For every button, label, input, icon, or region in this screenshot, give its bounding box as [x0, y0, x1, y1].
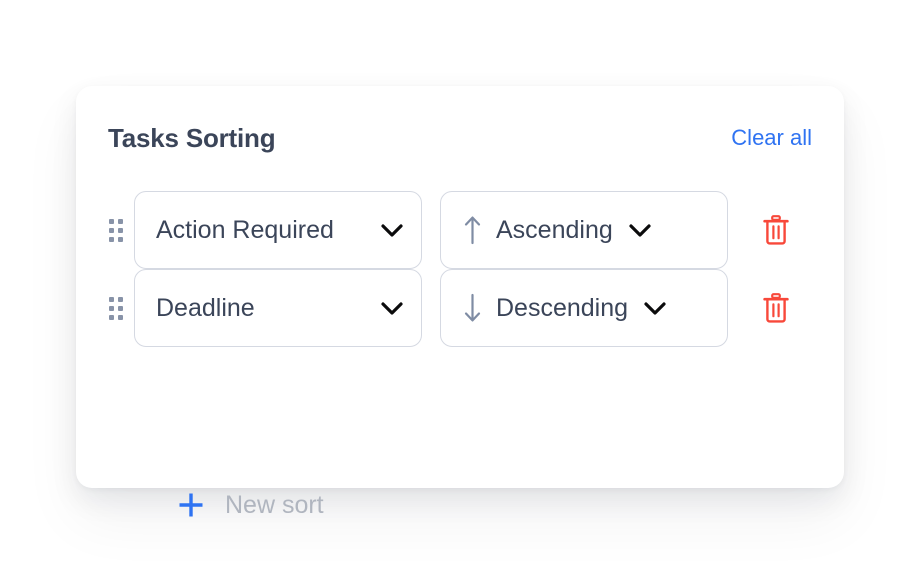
- delete-sort-button-1[interactable]: [756, 209, 796, 251]
- tasks-sorting-card: Tasks Sorting Clear all Action Required: [76, 86, 844, 517]
- card-header: Tasks Sorting Clear all: [108, 121, 812, 155]
- arrow-down-icon: [464, 293, 481, 322]
- chevron-down-icon: [644, 301, 666, 315]
- sort-direction-value-2: Descending: [496, 293, 629, 322]
- sort-direction-value-1: Ascending: [496, 215, 613, 244]
- sort-direction-select-1[interactable]: Ascending: [440, 191, 728, 269]
- plus-icon: [179, 493, 203, 517]
- delete-sort-button-2[interactable]: [756, 287, 796, 329]
- screen: Tasks Sorting Clear all Action Required: [0, 0, 920, 576]
- sort-field-select-2[interactable]: Deadline: [134, 269, 422, 347]
- chevron-down-icon: [381, 301, 403, 315]
- drag-dots-icon[interactable]: [107, 295, 125, 321]
- sort-rows-list: Action Required Ascending Deadline Desce…: [76, 191, 844, 347]
- sort-field-select-1[interactable]: Action Required: [134, 191, 422, 269]
- sort-field-value-2: Deadline: [156, 293, 255, 322]
- clear-all-link[interactable]: Clear all: [731, 127, 812, 149]
- chevron-down-icon: [629, 223, 651, 237]
- sort-field-value-1: Action Required: [156, 215, 334, 244]
- page-title: Tasks Sorting: [108, 123, 276, 153]
- trash-icon: [763, 293, 789, 323]
- new-sort-button[interactable]: New sort: [176, 490, 324, 520]
- arrow-up-icon: [464, 216, 481, 245]
- new-sort-label: New sort: [225, 490, 324, 519]
- chevron-down-icon: [381, 223, 403, 237]
- table-row: Deadline Descending: [76, 269, 844, 347]
- drag-dots-icon[interactable]: [107, 217, 125, 243]
- sort-direction-select-2[interactable]: Descending: [440, 269, 728, 347]
- trash-icon: [763, 215, 789, 245]
- table-row: Action Required Ascending: [76, 191, 844, 269]
